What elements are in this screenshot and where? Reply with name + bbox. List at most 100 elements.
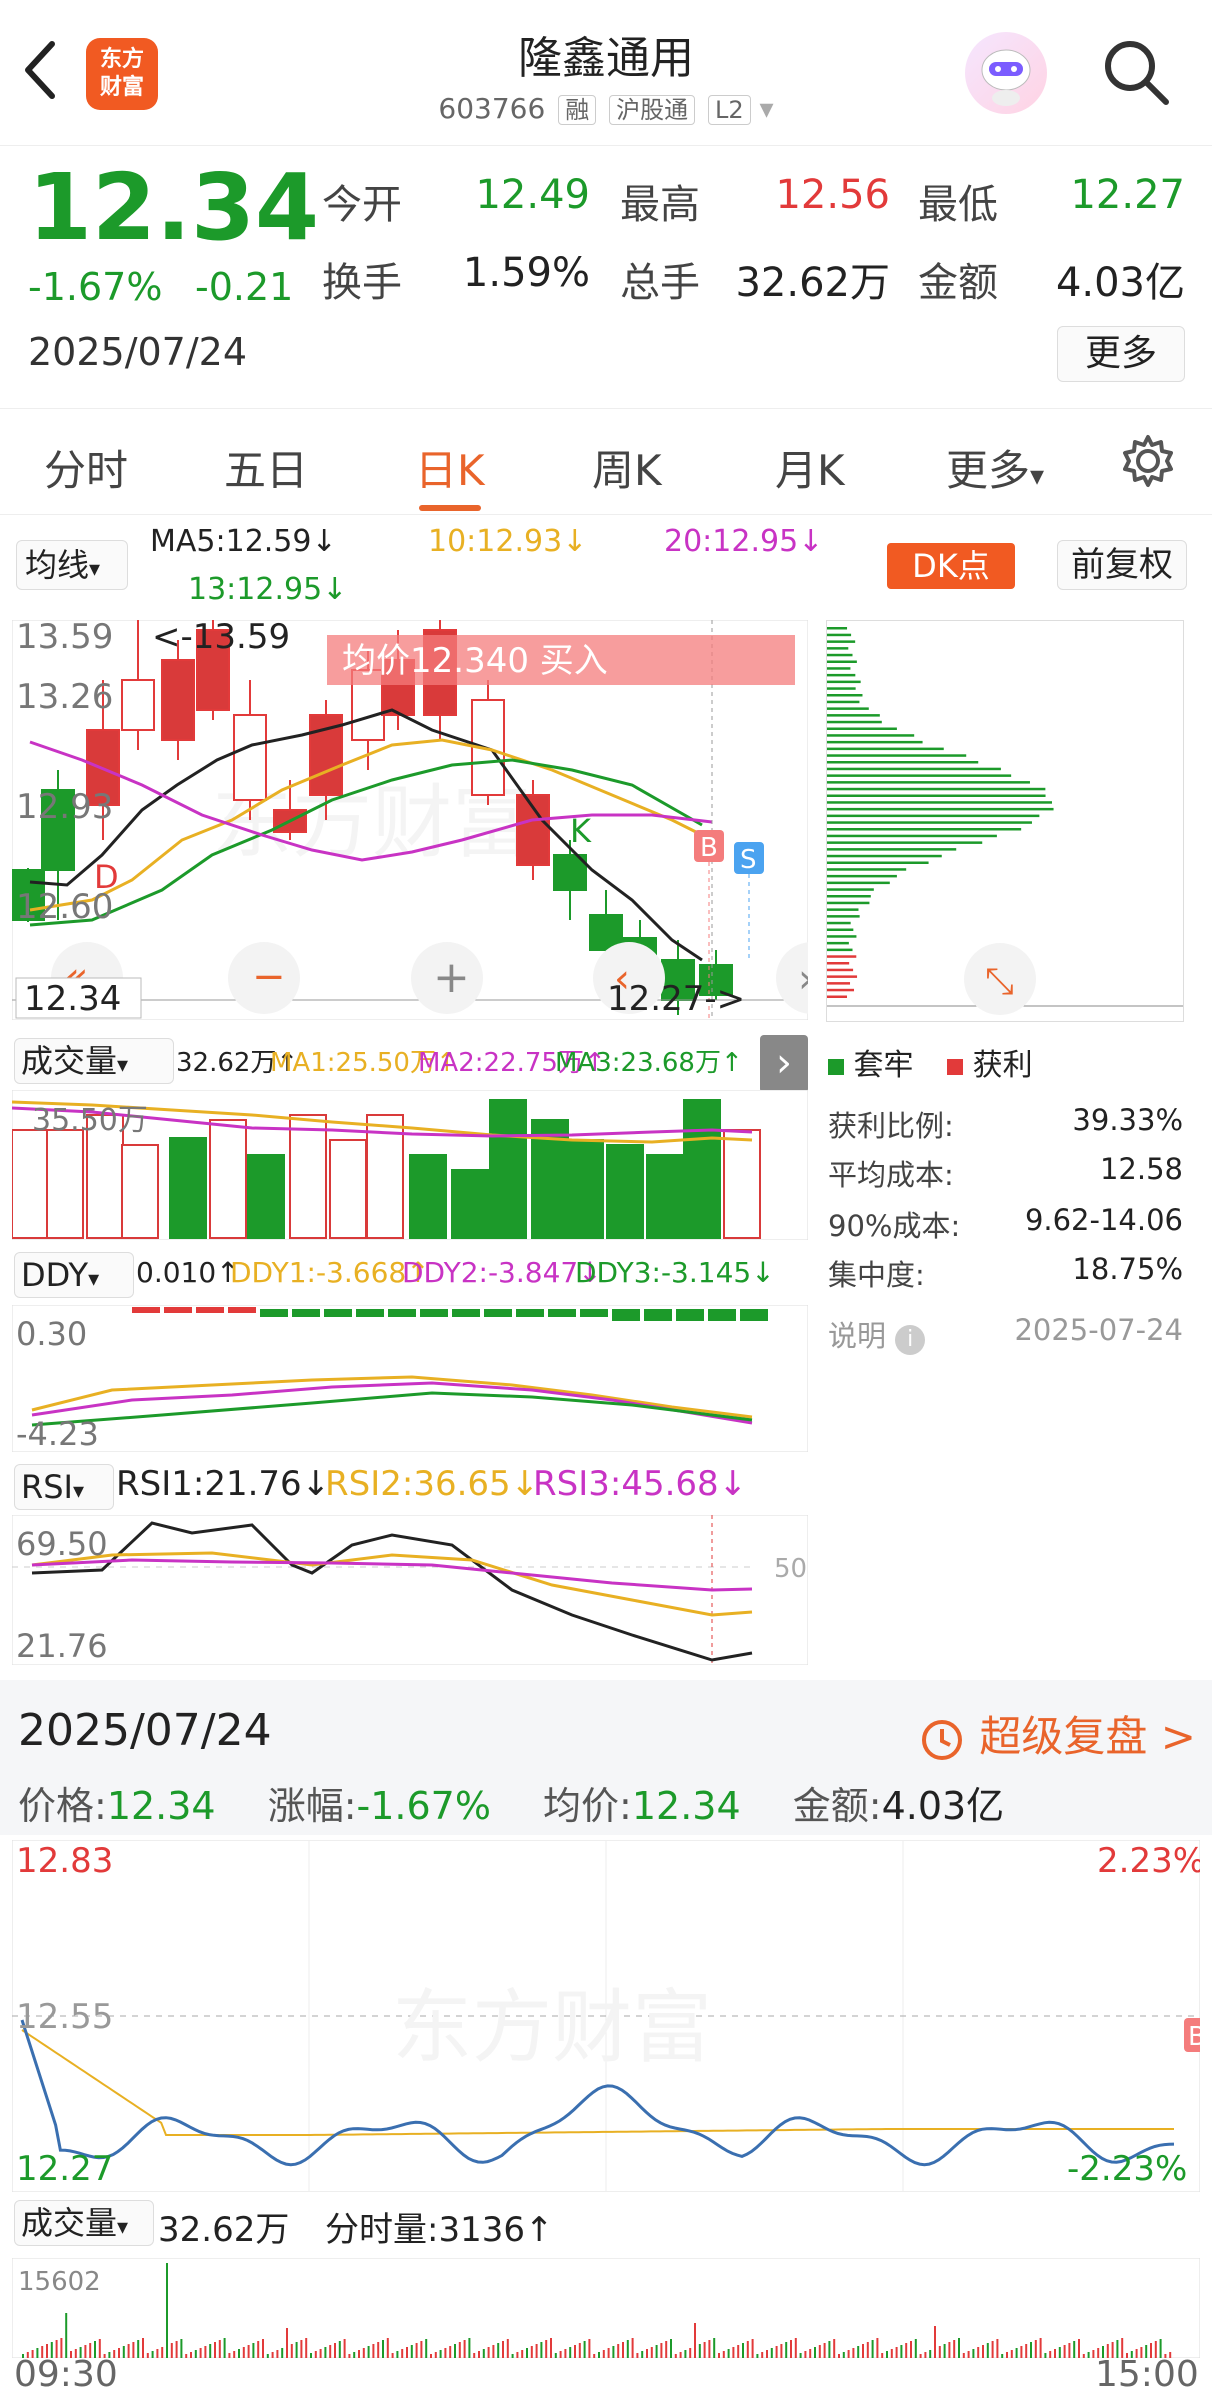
super-review-link[interactable]: 超级复盘 >	[918, 1703, 1196, 1764]
caret-down-icon: ▾	[1030, 459, 1045, 492]
tab-monthly-k[interactable]: 月K	[775, 437, 845, 498]
chip-bar	[827, 928, 854, 931]
intraday-volume-selector[interactable]: 成交量▾	[14, 2200, 154, 2246]
intraday-volume-bar	[612, 2346, 615, 2358]
volume-bar	[11, 1129, 49, 1239]
chip-bar	[827, 988, 855, 992]
intraday-volume-bar	[348, 2354, 351, 2358]
chip-bar	[827, 915, 860, 918]
ddy-bar	[196, 1307, 224, 1313]
time-start: 09:30	[14, 2354, 118, 2395]
intraday-volume-bar	[617, 2344, 620, 2358]
dk-point-button[interactable]: DK点	[887, 543, 1015, 589]
quote-date: 2025/07/24	[28, 330, 248, 374]
legend-profit: 获利	[972, 1048, 1033, 1083]
chip-distribution-chart[interactable]: ⤡	[826, 620, 1184, 1022]
candle-body	[121, 679, 155, 731]
chip-bar	[827, 640, 856, 643]
intraday-b-text: B	[1188, 2022, 1200, 2052]
intraday-volume-bar	[842, 2352, 845, 2358]
intraday-volume-bar	[218, 2340, 221, 2358]
intraday-volume-bar	[794, 2338, 797, 2358]
plus-icon: +	[433, 952, 470, 1003]
ma-selector[interactable]: 均线▾	[16, 540, 128, 590]
tab-weekly-k[interactable]: 周K	[592, 437, 662, 498]
ddy-bar	[452, 1309, 480, 1317]
intraday-volume-bar	[881, 2353, 884, 2358]
tab-more[interactable]: 更多▾	[946, 437, 1044, 498]
settings-gear-icon[interactable]	[1118, 431, 1178, 495]
tab-intraday[interactable]: 分时	[44, 437, 128, 498]
tab-more-label: 更多	[946, 446, 1031, 495]
intraday-volume-bar	[761, 2352, 764, 2358]
intraday-volume-bar	[766, 2350, 768, 2358]
amt-value: 4.03亿	[881, 1784, 1005, 1828]
kline-chart[interactable]: 东方财富 13.59 13.26 12.93 12.60 <-13.59 均价1…	[11, 617, 848, 1021]
chip-bar	[827, 901, 870, 905]
intraday-volume-bar	[396, 2351, 399, 2358]
intraday-y-top: 12.83	[16, 1841, 113, 1881]
volume-chart[interactable]: 35.50万	[11, 1089, 809, 1241]
intraday-volume-bar	[391, 2353, 394, 2358]
volume-label: 总手	[620, 260, 700, 306]
ddy-axis-top: 0.30	[16, 1315, 87, 1353]
intraday-volume-bar	[252, 2343, 255, 2358]
chip-bar	[827, 868, 907, 871]
intraday-volume-bar	[919, 2354, 922, 2358]
chip-bar	[827, 767, 1001, 771]
intraday-volume-bar	[1058, 2347, 1061, 2358]
chip-note-row[interactable]: 说明 i 2025-07-24	[828, 1313, 1183, 1355]
minus-icon: −	[252, 954, 286, 1000]
intraday-volume-bar	[463, 2340, 466, 2358]
intraday-volume-bar	[943, 2344, 946, 2358]
volume-bar	[329, 1139, 367, 1239]
volume-bar	[169, 1137, 207, 1239]
candle-body	[161, 659, 195, 741]
ddy-bar	[356, 1309, 384, 1317]
avg-value: 12.34	[631, 1784, 741, 1828]
intraday-volume-bar	[454, 2344, 456, 2358]
chip-bar	[827, 908, 859, 911]
intraday-chart[interactable]: 东方财富 12.83 12.55 12.27 2.23% -2.23% B	[11, 1839, 1212, 2193]
tab-daily-k[interactable]: 日K	[415, 437, 485, 498]
intraday-volume-bar	[468, 2338, 471, 2358]
chip-bar	[827, 747, 944, 751]
intraday-volume-bar	[238, 2349, 240, 2358]
intraday-volume-bar	[977, 2347, 980, 2358]
intraday-volume-bar	[991, 2341, 994, 2358]
intraday-volume-bar	[185, 2354, 188, 2358]
open-value: 12.49	[475, 172, 590, 218]
search-icon[interactable]	[1100, 36, 1172, 112]
ma-selector-label: 均线	[25, 546, 90, 584]
intraday-volume-bar	[1006, 2352, 1008, 2358]
chip-bar	[827, 935, 857, 938]
volume-indicator-selector[interactable]: 成交量▾	[14, 1038, 174, 1084]
adjust-mode-button[interactable]: 前复权	[1057, 540, 1187, 590]
collapse-panel-chevron-icon[interactable]: ›	[760, 1035, 808, 1093]
intraday-volume-bar	[679, 2352, 682, 2358]
ddy-chart[interactable]: 0.30 -4.23	[11, 1304, 809, 1453]
rsi-indicator-selector[interactable]: RSI▾	[14, 1464, 114, 1510]
intraday-volume-bar	[506, 2339, 509, 2358]
dropdown-triangle-icon[interactable]: ▾	[760, 92, 774, 125]
price-label: 价格:	[18, 1784, 107, 1828]
ddy-indicator-selector[interactable]: DDY▾	[14, 1252, 134, 1298]
rsi-chart[interactable]: 69.50 21.76 50	[11, 1514, 809, 1666]
kline-axis-1: 13.59	[16, 620, 113, 657]
assistant-robot-icon[interactable]	[965, 32, 1047, 114]
tab-five-day[interactable]: 五日	[224, 437, 308, 498]
intraday-volume-bar	[871, 2340, 874, 2358]
intraday-volume-bar	[118, 2348, 120, 2358]
intraday-volume-bar	[602, 2350, 605, 2358]
ddy-bar	[228, 1307, 256, 1313]
volume-bar	[723, 1129, 761, 1239]
intraday-volume-chart[interactable]: 15602	[11, 2257, 1201, 2359]
intraday-volume-bar	[828, 2341, 831, 2358]
chip-bar	[827, 761, 979, 764]
chip-bar	[827, 740, 923, 744]
chip-bar	[827, 874, 897, 878]
intraday-volume-bar	[847, 2350, 850, 2358]
intraday-volume-bar	[473, 2353, 476, 2358]
ddy-bar	[324, 1309, 352, 1317]
more-button[interactable]: 更多	[1057, 326, 1185, 382]
